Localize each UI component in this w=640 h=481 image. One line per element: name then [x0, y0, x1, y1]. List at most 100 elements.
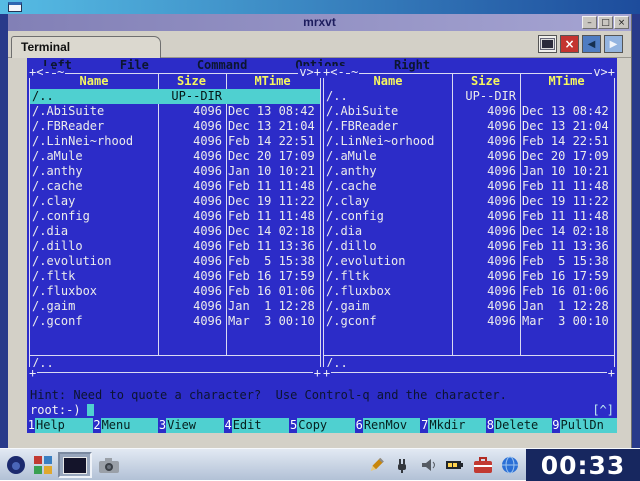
- file-mtime: Feb 16 17:59: [225, 269, 320, 284]
- mc-panels: +<- ~ v>+ + + Name Size MTime: [27, 73, 617, 373]
- file-row[interactable]: /.cache 4096 Feb 11 11:48: [30, 179, 320, 194]
- column-header-size[interactable]: Size: [158, 74, 225, 89]
- file-row[interactable]: /.dillo 4096 Feb 11 13:36: [324, 239, 614, 254]
- file-row[interactable]: /.fltk 4096 Feb 16 17:59: [30, 269, 320, 284]
- file-row[interactable]: /.fluxbox 4096 Feb 16 01:06: [324, 284, 614, 299]
- next-tab-button[interactable]: ▶: [604, 35, 623, 53]
- file-mtime: Jan 1 12:28: [519, 299, 614, 314]
- new-terminal-button[interactable]: [538, 35, 557, 53]
- terminal-task-button[interactable]: [58, 452, 92, 478]
- file-row[interactable]: /.gaim 4096 Jan 1 12:28: [30, 299, 320, 314]
- taskbar: 00:33: [0, 448, 640, 480]
- fkey-number: 2: [93, 418, 101, 433]
- toolbox-button[interactable]: [472, 456, 494, 475]
- input-method-button[interactable]: [366, 455, 386, 475]
- file-row[interactable]: /.AbiSuite 4096 Dec 13 08:42: [30, 104, 320, 119]
- fkey-button[interactable]: 3 View: [158, 418, 224, 433]
- file-row[interactable]: /.aMule 4096 Dec 20 17:09: [324, 149, 614, 164]
- scroll-indicator[interactable]: [^]: [592, 403, 614, 418]
- fkey-button[interactable]: 6 RenMov: [355, 418, 421, 433]
- file-row[interactable]: /.dia 4096 Dec 14 02:18: [30, 224, 320, 239]
- fkey-button[interactable]: 5 Copy: [289, 418, 355, 433]
- file-row[interactable]: /.FBReader 4096 Dec 13 21:04: [30, 119, 320, 134]
- file-row[interactable]: /.anthy 4096 Jan 10 10:21: [324, 164, 614, 179]
- terminal[interactable]: LeftFileCommandOptionsRight +<- ~ v>+ + …: [27, 58, 617, 433]
- launcher-button[interactable]: [4, 453, 28, 477]
- fkey-label: Delete: [494, 418, 552, 433]
- fkey-button[interactable]: 7 Mkdir: [420, 418, 486, 433]
- prev-tab-button[interactable]: ◀: [582, 35, 601, 53]
- command-line[interactable]: root:-) [^]: [27, 403, 617, 418]
- file-row[interactable]: /.gconf 4096 Mar 3 00:10: [324, 314, 614, 329]
- fkey-label: Copy: [297, 418, 355, 433]
- column-header-size[interactable]: Size: [452, 74, 519, 89]
- file-row[interactable]: /.cache 4096 Feb 11 11:48: [324, 179, 614, 194]
- file-name: /.config: [30, 209, 158, 224]
- file-name: /.gconf: [324, 314, 452, 329]
- file-mtime: [225, 89, 320, 104]
- file-row[interactable]: /.anthy 4096 Jan 10 10:21: [30, 164, 320, 179]
- close-button[interactable]: ×: [614, 16, 629, 29]
- applications-button[interactable]: [33, 455, 53, 475]
- file-row[interactable]: /.config 4096 Feb 11 11:48: [324, 209, 614, 224]
- fkey-button[interactable]: 1 Help: [27, 418, 93, 433]
- file-row[interactable]: /.dia 4096 Dec 14 02:18: [324, 224, 614, 239]
- panel-corner-mark: v>+: [592, 66, 616, 78]
- plug-icon: [393, 456, 411, 474]
- file-row[interactable]: /.evolution 4096 Feb 5 15:38: [324, 254, 614, 269]
- file-row[interactable]: /.fluxbox 4096 Feb 16 01:06: [30, 284, 320, 299]
- maximize-button[interactable]: □: [598, 16, 613, 29]
- fkey-button[interactable]: 9 PullDn: [552, 418, 618, 433]
- power-button[interactable]: [392, 455, 412, 475]
- fkey-button[interactable]: 8 Delete: [486, 418, 552, 433]
- file-row[interactable]: /.dillo 4096 Feb 11 13:36: [30, 239, 320, 254]
- clock[interactable]: 00:33: [526, 449, 640, 481]
- file-row[interactable]: /.clay 4096 Dec 19 11:22: [324, 194, 614, 209]
- file-size: 4096: [158, 299, 225, 314]
- titlebar[interactable]: mrxvt – □ ×: [8, 14, 631, 31]
- minimize-button[interactable]: –: [582, 16, 597, 29]
- battery-button[interactable]: [444, 457, 466, 473]
- file-size: 4096: [158, 179, 225, 194]
- desktop-top-strip: [0, 0, 640, 14]
- mc-menu-item[interactable]: File: [120, 58, 149, 73]
- panel-status: /..: [324, 355, 614, 372]
- file-size: 4096: [452, 104, 519, 119]
- file-row[interactable]: /.clay 4096 Dec 19 11:22: [30, 194, 320, 209]
- file-row[interactable]: /.gaim 4096 Jan 1 12:28: [324, 299, 614, 314]
- file-row[interactable]: /.evolution 4096 Feb 5 15:38: [30, 254, 320, 269]
- mc-menu-item[interactable]: Command: [197, 58, 248, 73]
- screenshot-button[interactable]: [97, 456, 121, 475]
- mc-menu-item[interactable]: Right: [394, 58, 430, 73]
- fkey-button[interactable]: 4 Edit: [224, 418, 290, 433]
- file-row[interactable]: /.aMule 4096 Dec 20 17:09: [30, 149, 320, 164]
- file-row[interactable]: /.gconf 4096 Mar 3 00:10: [30, 314, 320, 329]
- file-row[interactable]: /.. UP--DIR: [324, 89, 614, 104]
- file-row[interactable]: /.LinNei~rhood 4096 Feb 14 22:51: [30, 134, 320, 149]
- text-cursor: [87, 404, 94, 416]
- file-name: /.AbiSuite: [324, 104, 452, 119]
- file-row[interactable]: /.fltk 4096 Feb 16 17:59: [324, 269, 614, 284]
- file-row[interactable]: /.LinNei~orhood 4096 Feb 14 22:51: [324, 134, 614, 149]
- file-mtime: Dec 20 17:09: [225, 149, 320, 164]
- fkey-number: 4: [224, 418, 232, 433]
- speaker-icon: [419, 456, 437, 474]
- tab-terminal[interactable]: Terminal: [11, 36, 161, 58]
- shell-prompt: root:-): [30, 403, 81, 417]
- volume-button[interactable]: [418, 455, 438, 475]
- fkey-number: 9: [552, 418, 560, 433]
- launcher-icon: [5, 454, 27, 476]
- terminal-icon: [541, 39, 554, 49]
- file-row[interactable]: /.AbiSuite 4096 Dec 13 08:42: [324, 104, 614, 119]
- close-tab-button[interactable]: ×: [560, 35, 579, 53]
- network-button[interactable]: [500, 455, 520, 475]
- file-size: 4096: [452, 164, 519, 179]
- file-row[interactable]: /.config 4096 Feb 11 11:48: [30, 209, 320, 224]
- file-name: /.aMule: [324, 149, 452, 164]
- file-size: 4096: [452, 194, 519, 209]
- fkey-label: Menu: [101, 418, 159, 433]
- file-row[interactable]: /.. UP--DIR: [30, 89, 320, 104]
- fkey-button[interactable]: 2 Menu: [93, 418, 159, 433]
- file-name: /.anthy: [324, 164, 452, 179]
- file-row[interactable]: /.FBReader 4096 Dec 13 21:04: [324, 119, 614, 134]
